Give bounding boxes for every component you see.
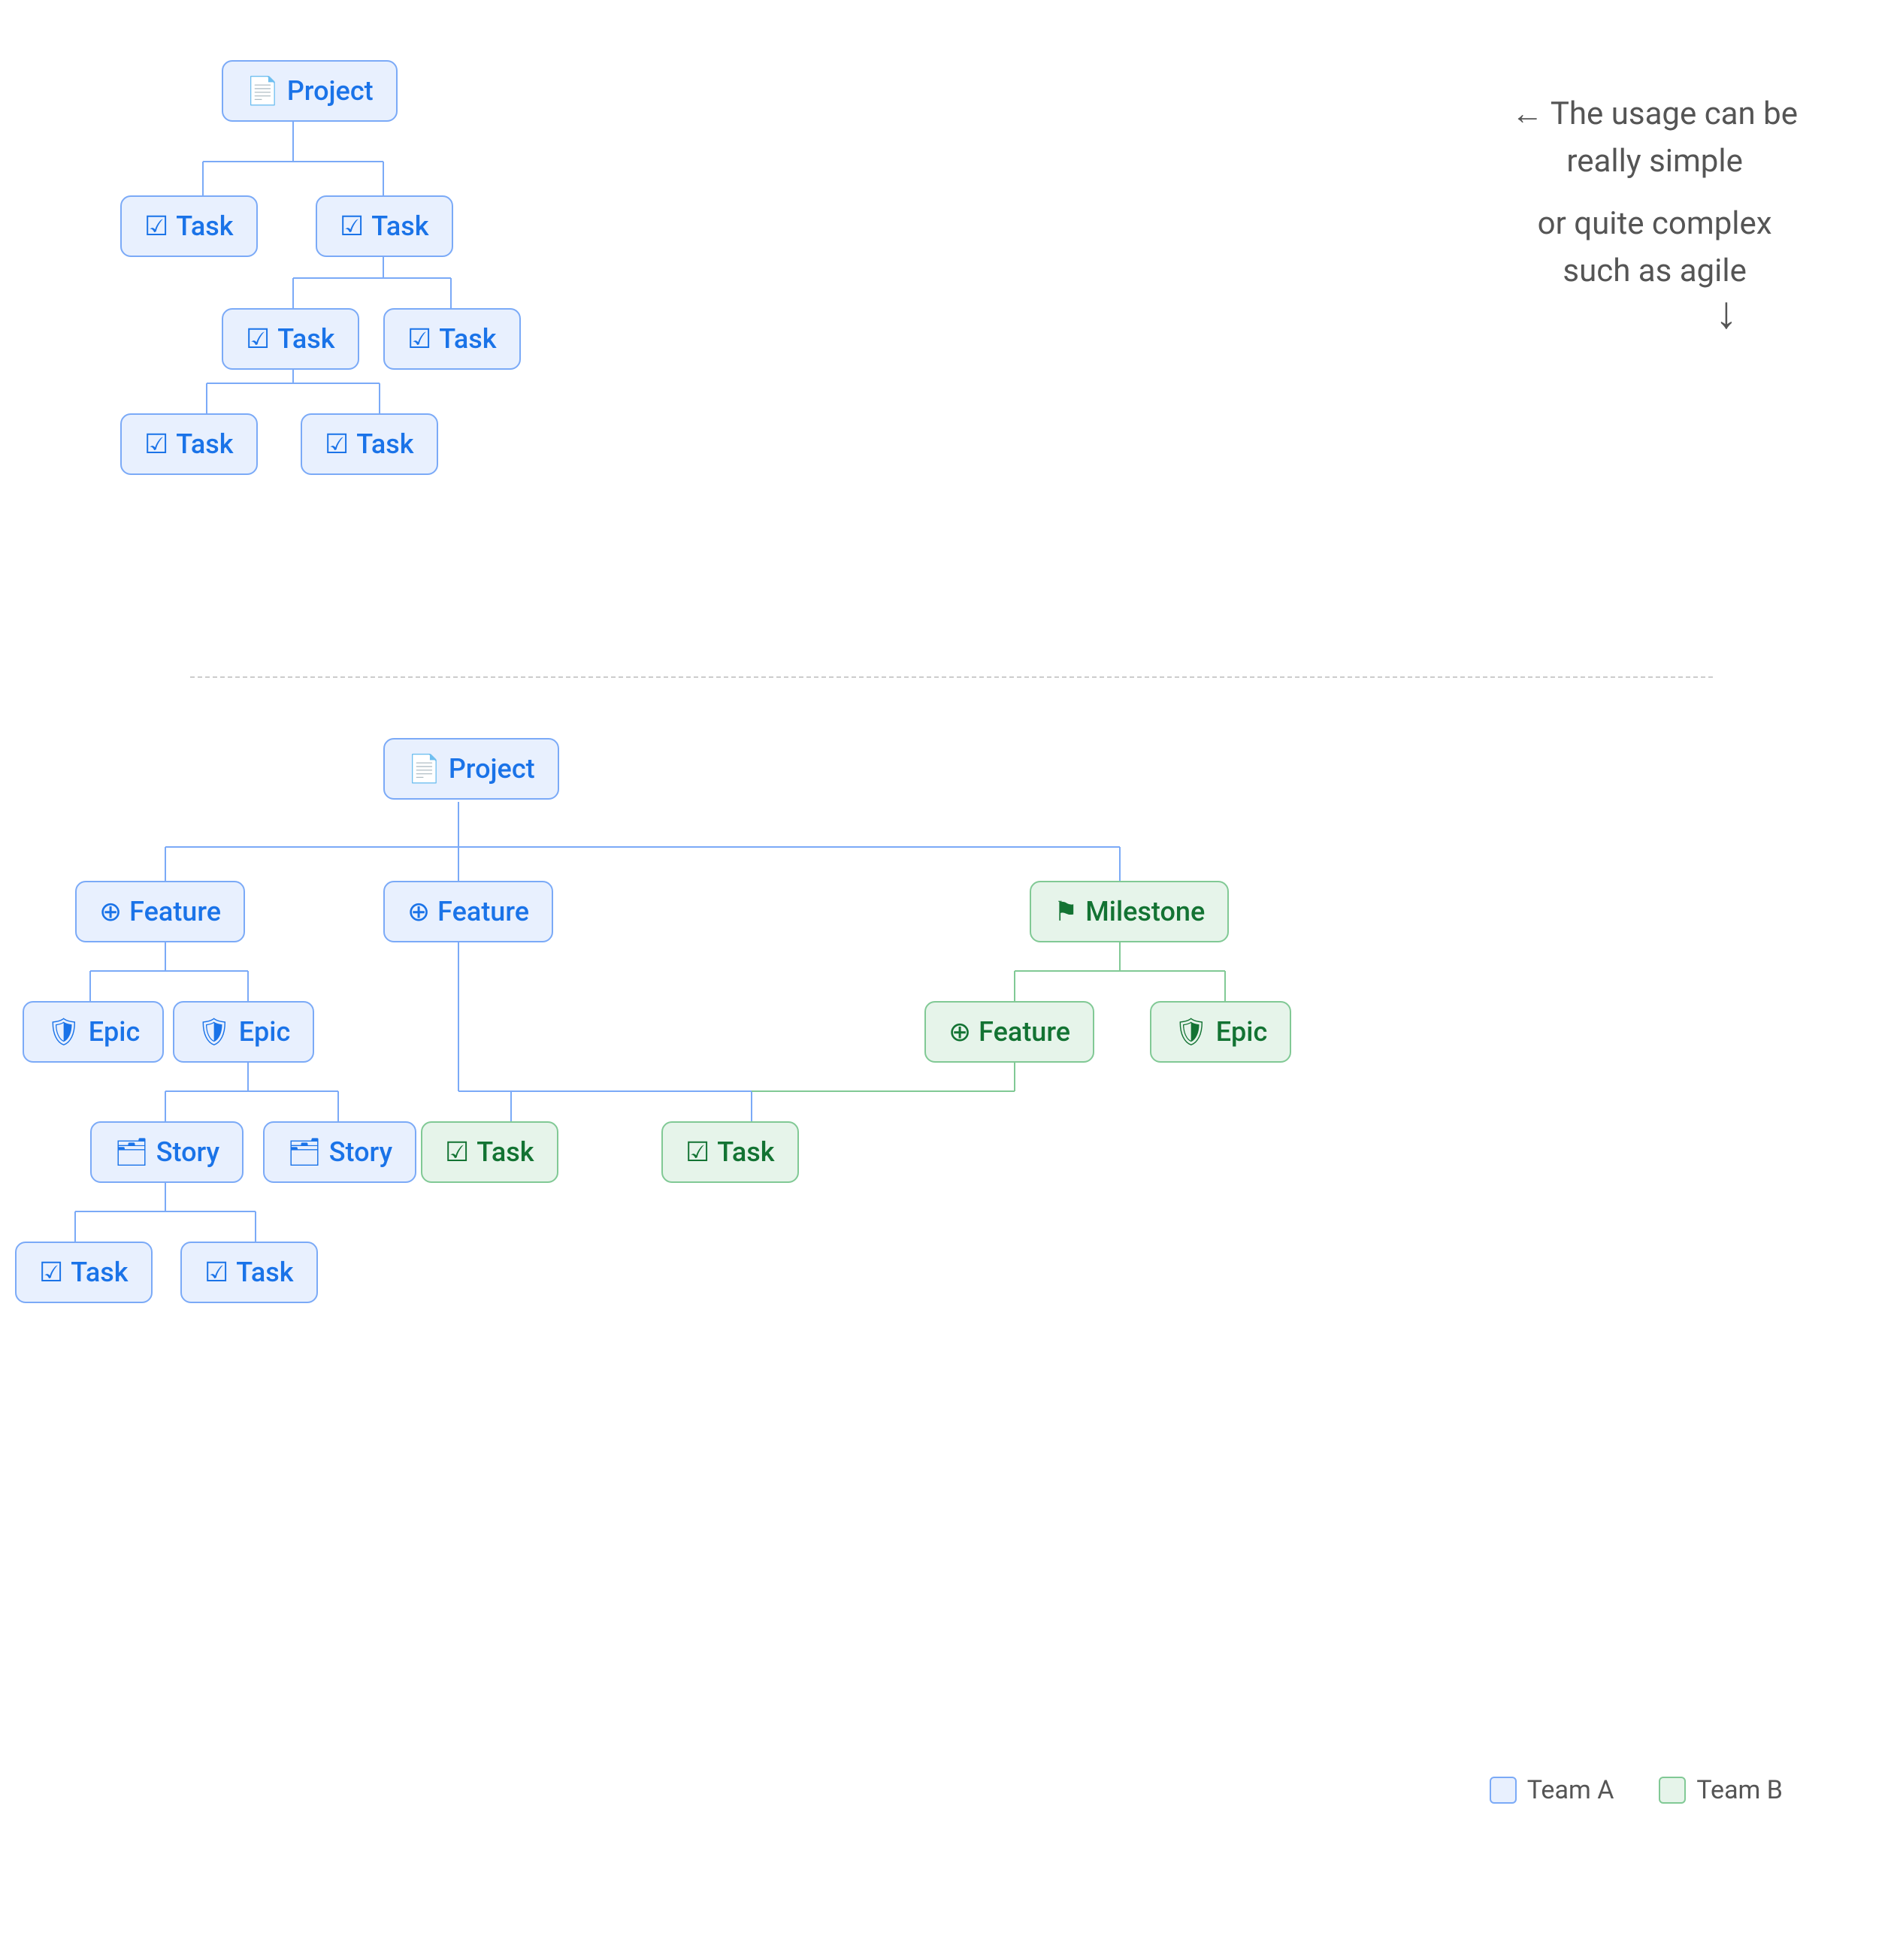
top-task5-node: ☑ Task	[120, 413, 258, 475]
check-icon: ☑	[204, 1257, 228, 1288]
bottom-diagram: 📄 Project ⊕ Feature ⊕ Feature ⚑ Mileston…	[0, 678, 1903, 1850]
bottom-epic1-node: 🛡 Epic	[23, 1001, 164, 1063]
annotation-line4: such as agile	[1511, 247, 1798, 295]
bottom-task2-node: ☑ Task	[661, 1121, 799, 1183]
team-a-swatch	[1490, 1777, 1517, 1804]
top-task1-label: Task	[176, 210, 233, 242]
top-task4-label: Task	[439, 323, 496, 355]
plus-icon: ⊕	[99, 896, 122, 927]
legend-team-a: Team A	[1490, 1775, 1614, 1805]
bottom-epic2-node: 🛡 Epic	[173, 1001, 314, 1063]
legend: Team A Team B	[1490, 1775, 1783, 1805]
check-icon: ☑	[445, 1136, 469, 1168]
bottom-task1-label: Task	[477, 1136, 534, 1168]
check-icon: ☑	[246, 323, 270, 355]
top-project-node: 📄 Project	[222, 60, 398, 122]
check-icon: ☑	[325, 428, 349, 460]
bottom-task2-label: Task	[717, 1136, 774, 1168]
bottom-story1-label: Story	[156, 1136, 219, 1168]
top-diagram: 📄 Project ☑ Task ☑ Task ☑ Task ☑ Task ☑ …	[0, 0, 1903, 676]
annotation-line2: really simple	[1511, 138, 1798, 185]
top-task5-label: Task	[176, 428, 233, 460]
story-icon: 🗂	[287, 1136, 322, 1168]
top-task3-label: Task	[277, 323, 334, 355]
check-icon: ☑	[39, 1257, 63, 1288]
bottom-story1-node: 🗂 Story	[90, 1121, 244, 1183]
story-icon: 🗂	[114, 1136, 149, 1168]
bottom-feat2-node: ⊕ Feature	[383, 881, 553, 942]
shield-icon: 🛡	[47, 1016, 81, 1048]
top-task6-label: Task	[356, 428, 413, 460]
top-task2-label: Task	[371, 210, 428, 242]
doc-icon: 📄	[246, 75, 280, 107]
team-b-swatch	[1659, 1777, 1686, 1804]
check-icon: ☑	[144, 428, 168, 460]
check-icon: ☑	[685, 1136, 709, 1168]
top-task1-node: ☑ Task	[120, 195, 258, 257]
legend-team-b: Team B	[1659, 1775, 1783, 1805]
bottom-feat3-node: ⊕ Feature	[924, 1001, 1094, 1063]
bottom-task4-label: Task	[236, 1257, 293, 1288]
bottom-feat1-label: Feature	[129, 896, 221, 927]
annotation-line3: or quite complex	[1511, 200, 1798, 247]
flag-icon: ⚑	[1054, 896, 1078, 927]
bottom-feat1-node: ⊕ Feature	[75, 881, 245, 942]
bottom-task3-label: Task	[71, 1257, 128, 1288]
top-task4-node: ☑ Task	[383, 308, 521, 370]
bottom-milestone-label: Milestone	[1085, 896, 1205, 927]
bottom-project-node: 📄 Project	[383, 738, 559, 800]
bottom-task3-node: ☑ Task	[15, 1242, 153, 1303]
annotation-line1: ← The usage can be	[1511, 90, 1798, 138]
bottom-milestone-node: ⚑ Milestone	[1030, 881, 1229, 942]
top-task3-node: ☑ Task	[222, 308, 359, 370]
bottom-task4-node: ☑ Task	[180, 1242, 318, 1303]
top-project-label: Project	[287, 75, 374, 107]
bottom-epic2-label: Epic	[239, 1016, 291, 1048]
bottom-story2-label: Story	[329, 1136, 392, 1168]
bottom-epic1-label: Epic	[89, 1016, 141, 1048]
bottom-project-label: Project	[449, 753, 535, 785]
bottom-story2-node: 🗂 Story	[263, 1121, 416, 1183]
bottom-epic3-node: 🛡 Epic	[1150, 1001, 1291, 1063]
team-b-label: Team B	[1696, 1775, 1783, 1805]
shield-icon: 🛡	[1174, 1016, 1209, 1048]
check-icon: ☑	[144, 210, 168, 242]
shield-icon: 🛡	[197, 1016, 231, 1048]
top-task6-node: ☑ Task	[301, 413, 438, 475]
bottom-feat3-label: Feature	[979, 1016, 1070, 1048]
check-icon: ☑	[407, 323, 431, 355]
plus-icon: ⊕	[407, 896, 430, 927]
plus-icon: ⊕	[948, 1016, 971, 1048]
bottom-task1-node: ☑ Task	[421, 1121, 558, 1183]
check-icon: ☑	[340, 210, 364, 242]
bottom-feat2-label: Feature	[437, 896, 529, 927]
top-task2-node: ☑ Task	[316, 195, 453, 257]
down-arrow-icon: ↓	[1715, 286, 1738, 339]
annotation: ← The usage can be really simple or quit…	[1511, 90, 1798, 295]
bottom-epic3-label: Epic	[1216, 1016, 1268, 1048]
team-a-label: Team A	[1527, 1775, 1614, 1805]
doc-icon: 📄	[407, 753, 441, 785]
